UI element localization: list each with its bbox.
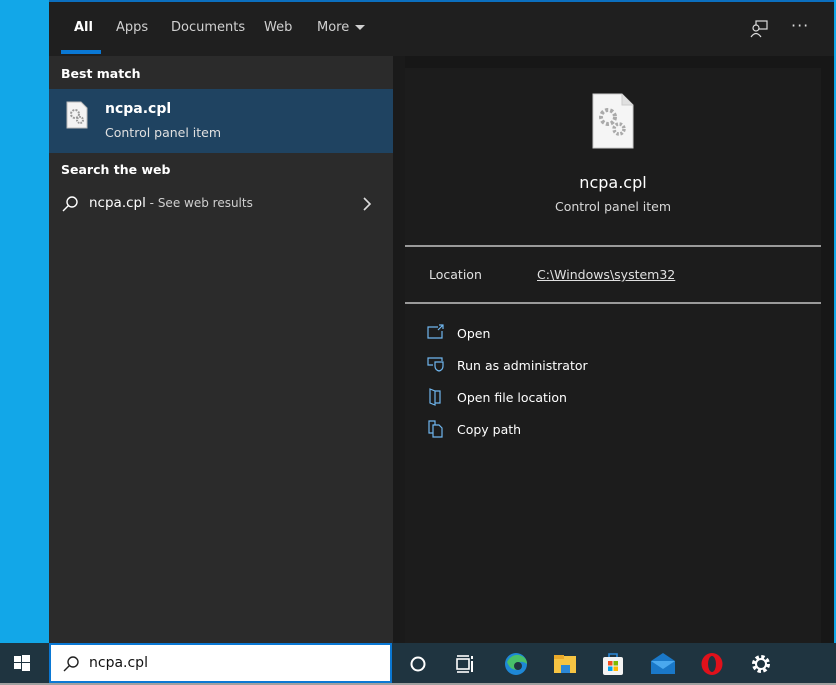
open-icon [427,324,445,340]
location-link[interactable]: C:\Windows\system32 [537,267,675,282]
search-web-heading: Search the web [61,162,170,177]
tab-more[interactable]: More [317,20,365,35]
tab-more-label: More [317,20,349,35]
mail-icon[interactable] [650,651,676,677]
web-query: ncpa.cpl [89,195,146,211]
control-panel-file-icon [66,101,88,129]
open-label: Open [457,326,490,341]
file-location-icon [427,388,445,406]
run-as-admin-action[interactable]: Run as administrator [427,354,807,378]
search-input[interactable]: ncpa.cpl [89,655,148,671]
caret-down-icon [355,25,365,30]
open-action[interactable]: Open [427,322,807,346]
copy-path-action[interactable]: Copy path [427,418,807,442]
tab-apps[interactable]: Apps [116,20,148,35]
more-options-icon[interactable]: ··· [791,16,809,35]
run-as-admin-icon [427,356,445,372]
preview-subtitle: Control panel item [405,199,821,214]
web-suffix: - See web results [146,196,253,210]
store-icon[interactable] [600,651,626,677]
tab-documents[interactable]: Documents [171,20,245,35]
run-as-admin-label: Run as administrator [457,358,588,373]
edge-icon[interactable] [503,651,529,677]
open-file-location-action[interactable]: Open file location [427,386,807,410]
best-match-item[interactable]: ncpa.cpl Control panel item [49,89,393,153]
best-match-subtitle: Control panel item [105,125,221,140]
start-icon[interactable] [12,653,32,673]
best-match-title: ncpa.cpl [105,101,171,117]
opera-icon[interactable] [699,651,725,677]
search-tabs: All Apps Documents Web More ··· [49,2,834,56]
divider [405,302,821,304]
copy-icon [427,420,445,438]
divider [405,245,821,247]
panel-separator [393,56,405,645]
web-result-item[interactable]: ncpa.cpl - See web results [49,189,393,219]
results-list: Best match ncpa.cpl Control panel item S… [49,56,393,645]
location-label: Location [429,267,482,282]
search-icon [62,655,80,673]
tab-web[interactable]: Web [264,20,292,35]
search-panel: All Apps Documents Web More ··· Best mat… [49,0,834,643]
search-icon [61,195,79,213]
best-match-heading: Best match [61,66,141,81]
feedback-icon[interactable] [750,20,768,38]
preview-pane: ncpa.cpl Control panel item Location C:\… [405,68,821,645]
settings-icon[interactable] [748,651,774,677]
preview-top-gap [405,56,821,68]
active-tab-indicator [61,50,101,54]
taskbar-search-box[interactable]: ncpa.cpl [49,643,392,683]
cortana-icon[interactable] [405,651,431,677]
preview-edge [821,56,834,645]
tab-all[interactable]: All [74,20,93,35]
open-file-location-label: Open file location [457,390,567,405]
taskbar: ncpa.cpl [0,643,836,685]
control-panel-file-large-icon [592,93,634,149]
preview-title: ncpa.cpl [405,173,821,192]
file-explorer-icon[interactable] [552,651,578,677]
chevron-right-icon[interactable] [362,197,372,211]
task-view-icon[interactable] [452,651,478,677]
copy-path-label: Copy path [457,422,521,437]
